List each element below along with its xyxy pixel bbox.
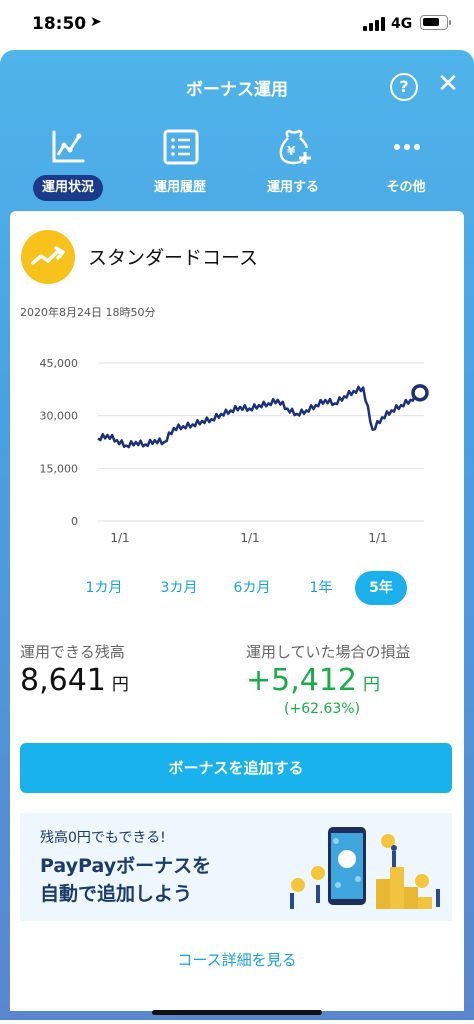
battery-icon (420, 15, 451, 30)
svg-text:¥: ¥ (287, 144, 296, 158)
status-time: 18:50 (32, 14, 87, 34)
line-chart-icon (52, 130, 85, 163)
chart-endpoint-marker (411, 384, 429, 402)
location-arrow-icon: ➤ (90, 14, 102, 30)
profit-label: 運用していた場合の損益 (246, 643, 411, 661)
balance-value: 8,641 円 (20, 663, 129, 698)
tab-more[interactable]: その他 (356, 125, 456, 210)
more-dots-icon (394, 144, 420, 150)
performance-chart: 45,000 30,000 15,000 0 1/1 1/1 1/1 (40, 357, 429, 545)
tab-status-label: 運用状況 (33, 175, 103, 201)
tab-bar: 運用状況 運用履歴 ¥ 運用する その他 (0, 125, 474, 210)
y-tick-label: 45,000 (40, 357, 79, 370)
promo-subtitle: 残高0円でもできる! (40, 830, 166, 846)
period-5y[interactable]: 5年 (355, 571, 407, 605)
y-tick-label: 0 (71, 515, 78, 528)
network-type: 4G (391, 16, 413, 32)
tab-history[interactable]: 運用履歴 (130, 125, 230, 210)
tab-invest[interactable]: ¥ 運用する (243, 125, 343, 210)
tab-more-label: その他 (386, 180, 426, 195)
profit-amount: +5,412 (246, 663, 358, 698)
balance-unit: 円 (111, 675, 129, 695)
trend-up-icon (21, 230, 75, 284)
promo-illustration (290, 827, 440, 909)
period-6m[interactable]: 6カ月 (226, 571, 278, 605)
list-icon (163, 129, 199, 165)
tab-history-label: 運用履歴 (153, 180, 206, 195)
auto-add-banner[interactable]: 残高0円でもできる! PayPayボーナスを 自動で追加しよう (20, 813, 452, 921)
y-tick-label: 15,000 (40, 462, 79, 475)
balance-amount: 8,641 (20, 663, 106, 698)
course-name: スタンダードコース (88, 247, 259, 269)
course-card: スタンダードコース 2020年8月24日 18時50分 45,000 30,000… (10, 211, 464, 1011)
cellular-signal-icon (363, 17, 385, 31)
tab-invest-label: 運用する (266, 180, 319, 195)
chart-series-line (97, 385, 422, 449)
money-bag-plus-icon: ¥ (279, 129, 311, 165)
x-tick-label: 1/1 (240, 531, 259, 545)
period-1m[interactable]: 1カ月 (78, 571, 130, 605)
period-selector: 1カ月 3カ月 6カ月 1年 5年 (10, 571, 464, 605)
profit-percent: (+62.63%) (284, 701, 361, 717)
home-indicator (152, 1010, 322, 1015)
add-bonus-button[interactable]: ボーナスを追加する (20, 743, 452, 793)
timestamp: 2020年8月24日 18時50分 (20, 306, 156, 319)
course-detail-link[interactable]: コース詳細を見る (10, 949, 464, 970)
close-button[interactable]: ✕ (434, 70, 462, 98)
promo-title-line1: PayPayボーナスを (40, 855, 212, 877)
help-button[interactable]: ? (390, 73, 418, 101)
profit-value: +5,412 円 (246, 663, 380, 698)
promo-title-line2: 自動で追加しよう (40, 883, 193, 905)
profit-unit: 円 (363, 675, 381, 695)
status-bar: 18:50 ➤ 4G (0, 0, 474, 50)
y-tick-label: 30,000 (40, 410, 79, 423)
x-tick-label: 1/1 (110, 531, 129, 545)
tab-status[interactable]: 運用状況 (17, 125, 117, 210)
period-1y[interactable]: 1年 (295, 571, 347, 605)
period-3m[interactable]: 3カ月 (153, 571, 205, 605)
balance-label: 運用できる残高 (20, 643, 125, 661)
x-tick-label: 1/1 (368, 531, 387, 545)
